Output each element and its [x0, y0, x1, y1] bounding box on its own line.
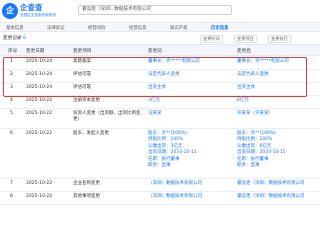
table-row: 7 2025-10-22 企业名称变更 （深圳）数据技术有限公司 睿竞炬（深圳）数据技术…	[0, 179, 320, 192]
before-line: 马某某	[148, 111, 162, 116]
col-item: 变更项目	[73, 49, 92, 54]
highlight-box	[3, 57, 307, 97]
row-index: 6	[10, 131, 13, 136]
table-row: 4 2025-10-22 注册资本变更 3亿元 6亿元	[0, 96, 320, 109]
row-date: 2025-10-22	[26, 131, 53, 136]
row-index: 4	[10, 98, 13, 103]
change-record-toolbar: 变更记录 9 变更时间 变更项目 变更前后	[0, 34, 320, 44]
row-before[interactable]: 3亿元	[148, 98, 233, 104]
row-date: 2025-10-22	[26, 194, 53, 199]
row-after[interactable]: 6亿元	[237, 98, 317, 104]
table-row: 5 2025-10-22 投资人变更（出资额、出资比例变更） 马某某 许某某（许某某）	[0, 109, 320, 129]
row-before[interactable]: （深圳）数据技术有限公司	[148, 194, 233, 200]
table-header: 序号 变更日期 变更项目 变更前 变更后	[0, 44, 320, 56]
tab-legal[interactable]: 法律诉讼	[47, 25, 65, 31]
tab-ip[interactable]: 知识产权	[170, 25, 188, 31]
row-after[interactable]: 许某某（许某某）	[237, 111, 317, 117]
col-date: 变更日期	[26, 49, 45, 54]
row-date: 2025-10-22	[26, 98, 53, 103]
row-after[interactable]: 股东：许**(100%) 持股比例：100% 认缴出资：6亿元 出资日期：2033-1…	[237, 131, 317, 169]
before-line: （深圳）数据技术有限公司	[148, 194, 202, 199]
col-after: 变更后	[237, 49, 251, 54]
col-index: 序号	[8, 49, 18, 54]
row-date: 2025-10-22	[26, 111, 53, 116]
record-count: 9	[22, 36, 26, 41]
row-before[interactable]: 股东：许**(100%) 持股比例：100% 认缴出资：3亿元 出资日期：2033-1…	[148, 131, 233, 169]
table-row: 6 2025-10-22 股东、发起人变更 股东：许**(100%) 持股比例：100%…	[0, 129, 320, 179]
col-before: 变更前	[148, 49, 162, 54]
tab-history[interactable]: 历史信息	[211, 25, 229, 31]
after-line: 睿竞炬（深圳）数据技术有限公司	[237, 194, 305, 199]
filter-more-dropdown[interactable]: 变更前后	[268, 35, 291, 43]
before-line: （深圳）数据技术有限公司	[148, 181, 202, 186]
row-item: 企业名称变更	[73, 181, 100, 186]
tab-basic[interactable]: 基本信息	[6, 25, 24, 31]
tab-bar: 基本信息 法律诉讼 经营风险 经营信息 知识产权 历史信息	[0, 22, 320, 32]
filter-time-dropdown[interactable]: 变更时间	[200, 35, 223, 43]
row-item: 股东、发起人变更	[73, 131, 109, 136]
row-item: 投资人变更（出资额、出资比例变更）	[73, 111, 141, 123]
after-line: 6亿元	[237, 98, 249, 103]
row-index: 8	[10, 194, 13, 199]
row-before[interactable]: （深圳）数据技术有限公司	[148, 181, 233, 187]
filter-item-dropdown[interactable]: 变更项目	[234, 35, 257, 43]
row-item: 注册资本变更	[73, 98, 100, 103]
top-header: 企 企查查 全国企业信用查询系统 睿竞炬（深圳）数据技术有限公司	[0, 0, 320, 22]
row-date: 2025-10-22	[26, 181, 53, 186]
logo-subtitle: 全国企业信用查询系统	[20, 13, 56, 17]
row-after[interactable]: 睿竞炬（深圳）数据技术有限公司	[237, 181, 317, 187]
row-after[interactable]: 睿竞炬（深圳）数据技术有限公司	[237, 194, 317, 200]
table-row: 8 2025-10-22 其他事项变更 （深圳）数据技术有限公司 睿竞炬（深圳）数据技术…	[0, 192, 320, 205]
after-line: 职务：监事	[237, 163, 260, 169]
before-line: 3亿元	[148, 98, 160, 103]
tab-risk[interactable]: 经营风险	[88, 25, 106, 31]
row-index: 7	[10, 181, 13, 186]
row-before[interactable]: 马某某	[148, 111, 233, 117]
logo-icon: 企	[2, 3, 18, 19]
row-item: 其他事项变更	[73, 194, 100, 199]
row-index: 5	[10, 111, 13, 116]
logo-name: 企查查	[20, 3, 43, 12]
brand-logo[interactable]: 企 企查查 全国企业信用查询系统	[2, 2, 72, 20]
after-line: 许某某（许某某）	[237, 111, 273, 116]
section-title: 变更记录 9	[3, 36, 26, 41]
after-line: 睿竞炬（深圳）数据技术有限公司	[237, 181, 305, 186]
before-line: 职务：监事	[148, 163, 171, 169]
tab-operation[interactable]: 经营信息	[129, 25, 147, 31]
company-search-box[interactable]: 睿竞炬（深圳）数据技术有限公司	[78, 5, 232, 15]
